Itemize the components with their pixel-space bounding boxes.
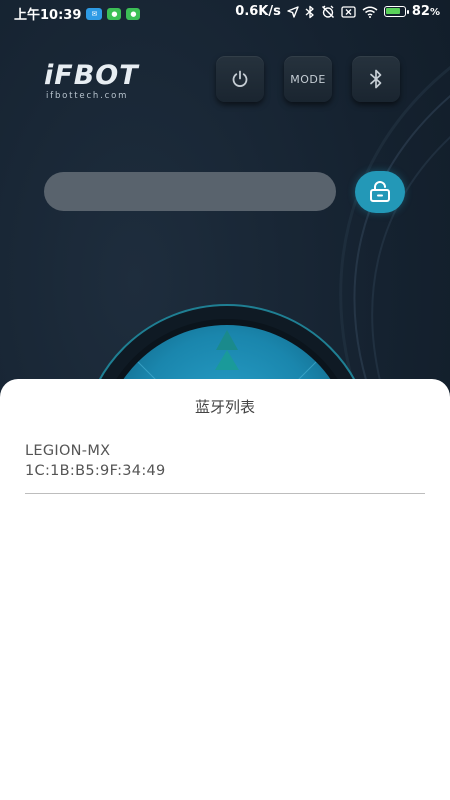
status-left: 上午10:39 ✉ ● ●: [14, 4, 141, 23]
app-badge-icon: ✉: [86, 7, 103, 20]
alarm-off-icon: [321, 5, 334, 18]
unlock-icon: [370, 181, 390, 202]
command-input[interactable]: [44, 172, 336, 211]
location-icon: [287, 5, 299, 18]
logo-text: iFBOT: [44, 60, 139, 91]
bluetooth-button[interactable]: [352, 56, 400, 102]
device-mac-address: 1C:1B:B5:9F:34:49: [25, 463, 166, 479]
bluetooth-icon: [370, 69, 382, 89]
device-list-item[interactable]: LEGION-MX 1C:1B:B5:9F:34:49: [25, 441, 425, 494]
clock: 上午10:39: [14, 8, 82, 23]
network-speed: 0.6K/s: [235, 4, 281, 19]
bluetooth-list-sheet: 蓝牙列表 LEGION-MX 1C:1B:B5:9F:34:49: [0, 379, 450, 800]
status-bar: 上午10:39 ✉ ● ● 0.6K/s 82%: [0, 0, 450, 26]
power-button[interactable]: [216, 56, 264, 102]
unlock-button[interactable]: [355, 171, 405, 213]
mode-label: MODE: [290, 72, 326, 86]
bluetooth-icon: [305, 5, 314, 18]
battery-level-fill: [385, 8, 400, 14]
power-icon: [232, 70, 248, 87]
logo-domain: ifbottech.com: [46, 91, 129, 101]
app-logo: iFBOT ifbottech.com: [44, 60, 139, 102]
wifi-icon: [362, 6, 378, 18]
battery-percentage: 82%: [411, 4, 440, 19]
battery-charging-icon: [383, 6, 409, 17]
wechat-icon: ●: [107, 7, 122, 20]
mode-button[interactable]: MODE: [284, 56, 332, 102]
sheet-title: 蓝牙列表: [194, 398, 255, 416]
device-name: LEGION-MX: [25, 443, 111, 459]
sim-blocked-icon: [341, 5, 356, 18]
status-right: 0.6K/s 82%: [235, 4, 440, 19]
wechat-icon: ●: [126, 7, 141, 20]
